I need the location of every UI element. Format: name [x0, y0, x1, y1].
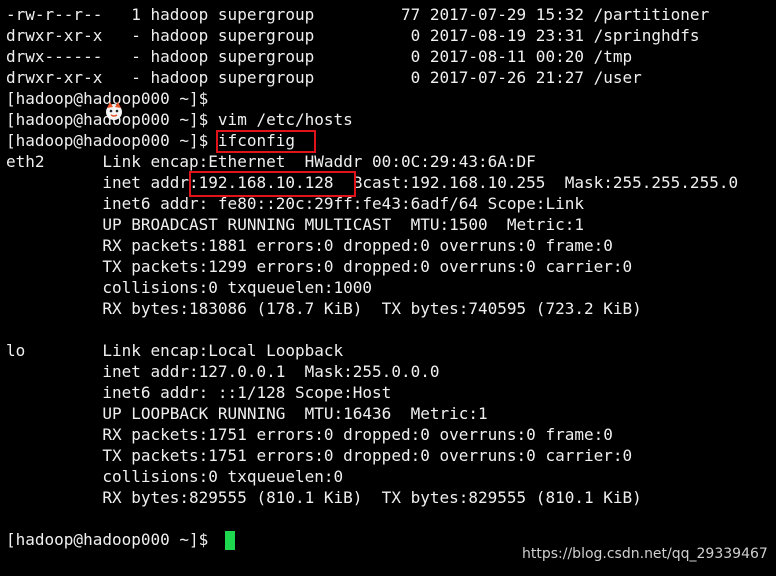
terminal-line: inet6 addr: ::1/128 Scope:Host	[6, 383, 392, 402]
watermark-url: https://blog.csdn.net/qq_29339467	[522, 546, 768, 562]
terminal-window[interactable]: -rw-r--r-- 1 hadoop supergroup 77 2017-0…	[0, 0, 776, 576]
terminal-cursor	[225, 531, 235, 550]
terminal-line: lo Link encap:Local Loopback	[6, 341, 344, 360]
terminal-line: collisions:0 txqueuelen:1000	[6, 278, 373, 297]
watermark: https://blog.csdn.net/qq_29339467	[522, 546, 768, 562]
terminal-line: [hadoop@hadoop000 ~]$	[6, 530, 209, 549]
terminal-line: UP LOOPBACK RUNNING MTU:16436 Metric:1	[6, 404, 488, 423]
terminal-line: [hadoop@hadoop000 ~]$ vim /etc/hosts	[6, 110, 353, 129]
inet-addr-ip-highlight	[189, 171, 356, 197]
terminal-line: drwxr-xr-x - hadoop supergroup 0 2017-07…	[6, 68, 642, 87]
terminal-line: eth2 Link encap:Ethernet HWaddr 00:0C:29…	[6, 152, 536, 171]
terminal-line: TX packets:1299 errors:0 dropped:0 overr…	[6, 257, 633, 276]
terminal-line: RX bytes:829555 (810.1 KiB) TX bytes:829…	[6, 488, 642, 507]
terminal-line: TX packets:1751 errors:0 dropped:0 overr…	[6, 446, 633, 465]
terminal-line: inet addr:127.0.0.1 Mask:255.0.0.0	[6, 362, 440, 381]
terminal-line: UP BROADCAST RUNNING MULTICAST MTU:1500 …	[6, 215, 584, 234]
terminal-line: -rw-r--r-- 1 hadoop supergroup 77 2017-0…	[6, 5, 710, 24]
mascot-icon	[106, 102, 122, 120]
terminal-line: RX bytes:183086 (178.7 KiB) TX bytes:740…	[6, 299, 642, 318]
terminal-line: collisions:0 txqueuelen:0	[6, 467, 344, 486]
terminal-line: inet addr:192.168.10.128 Bcast:192.168.1…	[6, 173, 739, 192]
terminal-line: RX packets:1881 errors:0 dropped:0 overr…	[6, 236, 613, 255]
terminal-line: RX packets:1751 errors:0 dropped:0 overr…	[6, 425, 613, 444]
terminal-line: drwx------ - hadoop supergroup 0 2017-08…	[6, 47, 633, 66]
terminal-line: drwxr-xr-x - hadoop supergroup 0 2017-08…	[6, 26, 700, 45]
ifconfig-command-highlight	[216, 130, 316, 153]
